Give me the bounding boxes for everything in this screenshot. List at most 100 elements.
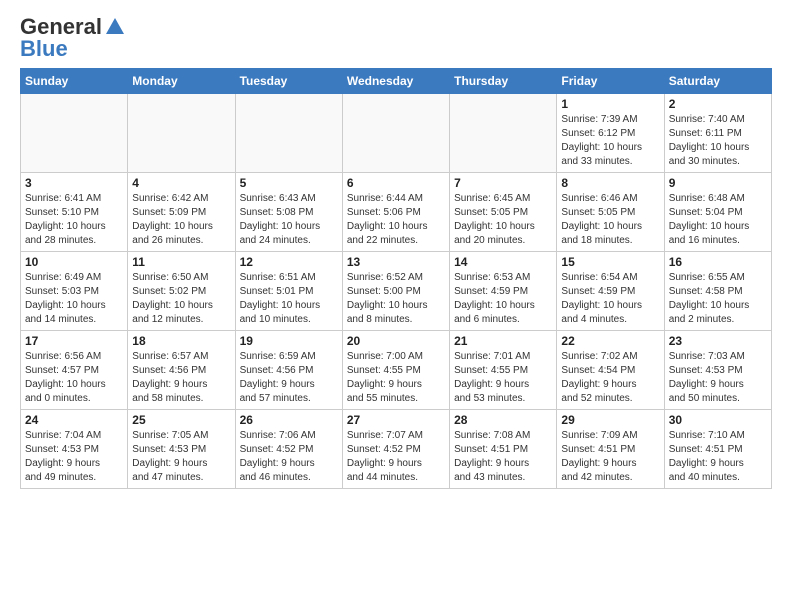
calendar-cell: 7 Sunrise: 6:45 AM Sunset: 5:05 PM Daylig… bbox=[450, 173, 557, 252]
day-number: 12 bbox=[240, 255, 338, 269]
calendar-week-4: 17 Sunrise: 6:56 AM Sunset: 4:57 PM Dayli… bbox=[21, 331, 772, 410]
day-info: Sunrise: 6:41 AM Sunset: 5:10 PM Dayligh… bbox=[25, 192, 123, 248]
day-number: 4 bbox=[132, 176, 230, 190]
calendar-cell bbox=[235, 94, 342, 173]
day-info: Sunrise: 7:00 AM Sunset: 4:55 PM Dayligh… bbox=[347, 350, 445, 406]
calendar-week-2: 3 Sunrise: 6:41 AM Sunset: 5:10 PM Daylig… bbox=[21, 173, 772, 252]
day-number: 29 bbox=[561, 413, 659, 427]
logo-icon bbox=[104, 16, 126, 38]
day-info: Sunrise: 7:06 AM Sunset: 4:52 PM Dayligh… bbox=[240, 429, 338, 485]
calendar-cell: 21 Sunrise: 7:01 AM Sunset: 4:55 PM Dayli… bbox=[450, 331, 557, 410]
day-info: Sunrise: 7:05 AM Sunset: 4:53 PM Dayligh… bbox=[132, 429, 230, 485]
calendar-cell bbox=[342, 94, 449, 173]
day-info: Sunrise: 6:52 AM Sunset: 5:00 PM Dayligh… bbox=[347, 271, 445, 327]
day-info: Sunrise: 6:50 AM Sunset: 5:02 PM Dayligh… bbox=[132, 271, 230, 327]
day-number: 2 bbox=[669, 97, 767, 111]
calendar-cell: 28Sunrise: 7:08 AM Sunset: 4:51 PM Dayli… bbox=[450, 410, 557, 489]
col-wednesday: Wednesday bbox=[342, 69, 449, 94]
day-info: Sunrise: 7:03 AM Sunset: 4:53 PM Dayligh… bbox=[669, 350, 767, 406]
day-number: 24 bbox=[25, 413, 123, 427]
calendar-cell: 14Sunrise: 6:53 AM Sunset: 4:59 PM Dayli… bbox=[450, 252, 557, 331]
calendar-table: Sunday Monday Tuesday Wednesday Thursday… bbox=[20, 68, 772, 489]
calendar-cell: 9 Sunrise: 6:48 AM Sunset: 5:04 PM Daylig… bbox=[664, 173, 771, 252]
day-info: Sunrise: 6:54 AM Sunset: 4:59 PM Dayligh… bbox=[561, 271, 659, 327]
day-number: 11 bbox=[132, 255, 230, 269]
day-info: Sunrise: 7:04 AM Sunset: 4:53 PM Dayligh… bbox=[25, 429, 123, 485]
calendar-cell bbox=[21, 94, 128, 173]
day-number: 27 bbox=[347, 413, 445, 427]
day-info: Sunrise: 6:44 AM Sunset: 5:06 PM Dayligh… bbox=[347, 192, 445, 248]
day-info: Sunrise: 6:56 AM Sunset: 4:57 PM Dayligh… bbox=[25, 350, 123, 406]
day-number: 22 bbox=[561, 334, 659, 348]
day-info: Sunrise: 6:43 AM Sunset: 5:08 PM Dayligh… bbox=[240, 192, 338, 248]
day-info: Sunrise: 7:09 AM Sunset: 4:51 PM Dayligh… bbox=[561, 429, 659, 485]
day-number: 26 bbox=[240, 413, 338, 427]
calendar-cell: 8Sunrise: 6:46 AM Sunset: 5:05 PM Daylig… bbox=[557, 173, 664, 252]
day-number: 18 bbox=[132, 334, 230, 348]
day-number: 15 bbox=[561, 255, 659, 269]
calendar-cell: 25 Sunrise: 7:05 AM Sunset: 4:53 PM Dayli… bbox=[128, 410, 235, 489]
day-info: Sunrise: 7:40 AM Sunset: 6:11 PM Dayligh… bbox=[669, 113, 767, 169]
calendar-cell: 16 Sunrise: 6:55 AM Sunset: 4:58 PM Dayli… bbox=[664, 252, 771, 331]
calendar-cell: 4 Sunrise: 6:42 AM Sunset: 5:09 PM Daylig… bbox=[128, 173, 235, 252]
day-info: Sunrise: 7:39 AM Sunset: 6:12 PM Dayligh… bbox=[561, 113, 659, 169]
logo-general: General bbox=[20, 16, 102, 38]
calendar-cell: 23 Sunrise: 7:03 AM Sunset: 4:53 PM Dayli… bbox=[664, 331, 771, 410]
calendar-cell: 10 Sunrise: 6:49 AM Sunset: 5:03 PM Dayli… bbox=[21, 252, 128, 331]
day-info: Sunrise: 7:01 AM Sunset: 4:55 PM Dayligh… bbox=[454, 350, 552, 406]
calendar-cell bbox=[128, 94, 235, 173]
logo: General Blue bbox=[20, 16, 126, 60]
day-number: 17 bbox=[25, 334, 123, 348]
day-number: 3 bbox=[25, 176, 123, 190]
logo-blue: Blue bbox=[20, 38, 68, 60]
calendar-week-1: 1 Sunrise: 7:39 AM Sunset: 6:12 PM Daylig… bbox=[21, 94, 772, 173]
day-number: 7 bbox=[454, 176, 552, 190]
calendar-week-5: 24 Sunrise: 7:04 AM Sunset: 4:53 PM Dayli… bbox=[21, 410, 772, 489]
page: General Blue Sunday Monday Tuesday Wedne… bbox=[0, 0, 792, 499]
day-number: 19 bbox=[240, 334, 338, 348]
calendar-week-3: 10 Sunrise: 6:49 AM Sunset: 5:03 PM Dayli… bbox=[21, 252, 772, 331]
col-monday: Monday bbox=[128, 69, 235, 94]
day-number: 16 bbox=[669, 255, 767, 269]
calendar-cell: 26 Sunrise: 7:06 AM Sunset: 4:52 PM Dayli… bbox=[235, 410, 342, 489]
day-number: 21 bbox=[454, 334, 552, 348]
calendar-cell: 12 Sunrise: 6:51 AM Sunset: 5:01 PM Dayli… bbox=[235, 252, 342, 331]
day-number: 9 bbox=[669, 176, 767, 190]
col-friday: Friday bbox=[557, 69, 664, 94]
day-info: Sunrise: 6:51 AM Sunset: 5:01 PM Dayligh… bbox=[240, 271, 338, 327]
day-info: Sunrise: 7:08 AM Sunset: 4:51 PM Dayligh… bbox=[454, 429, 552, 485]
calendar-cell: 3 Sunrise: 6:41 AM Sunset: 5:10 PM Daylig… bbox=[21, 173, 128, 252]
col-saturday: Saturday bbox=[664, 69, 771, 94]
day-info: Sunrise: 7:02 AM Sunset: 4:54 PM Dayligh… bbox=[561, 350, 659, 406]
col-tuesday: Tuesday bbox=[235, 69, 342, 94]
day-info: Sunrise: 6:42 AM Sunset: 5:09 PM Dayligh… bbox=[132, 192, 230, 248]
col-thursday: Thursday bbox=[450, 69, 557, 94]
day-number: 1 bbox=[561, 97, 659, 111]
calendar-cell: 1 Sunrise: 7:39 AM Sunset: 6:12 PM Daylig… bbox=[557, 94, 664, 173]
day-number: 10 bbox=[25, 255, 123, 269]
calendar-cell: 5 Sunrise: 6:43 AM Sunset: 5:08 PM Daylig… bbox=[235, 173, 342, 252]
day-number: 6 bbox=[347, 176, 445, 190]
day-number: 30 bbox=[669, 413, 767, 427]
calendar-cell: 30 Sunrise: 7:10 AM Sunset: 4:51 PM Dayli… bbox=[664, 410, 771, 489]
calendar-cell: 2 Sunrise: 7:40 AM Sunset: 6:11 PM Daylig… bbox=[664, 94, 771, 173]
calendar-cell: 11 Sunrise: 6:50 AM Sunset: 5:02 PM Dayli… bbox=[128, 252, 235, 331]
day-number: 25 bbox=[132, 413, 230, 427]
calendar-cell: 6 Sunrise: 6:44 AM Sunset: 5:06 PM Daylig… bbox=[342, 173, 449, 252]
day-number: 5 bbox=[240, 176, 338, 190]
day-info: Sunrise: 6:48 AM Sunset: 5:04 PM Dayligh… bbox=[669, 192, 767, 248]
day-number: 8 bbox=[561, 176, 659, 190]
day-number: 20 bbox=[347, 334, 445, 348]
day-info: Sunrise: 6:45 AM Sunset: 5:05 PM Dayligh… bbox=[454, 192, 552, 248]
day-number: 23 bbox=[669, 334, 767, 348]
day-info: Sunrise: 6:55 AM Sunset: 4:58 PM Dayligh… bbox=[669, 271, 767, 327]
calendar-cell: 20 Sunrise: 7:00 AM Sunset: 4:55 PM Dayli… bbox=[342, 331, 449, 410]
day-info: Sunrise: 6:49 AM Sunset: 5:03 PM Dayligh… bbox=[25, 271, 123, 327]
calendar-cell bbox=[450, 94, 557, 173]
calendar-cell: 24 Sunrise: 7:04 AM Sunset: 4:53 PM Dayli… bbox=[21, 410, 128, 489]
calendar-header-row: Sunday Monday Tuesday Wednesday Thursday… bbox=[21, 69, 772, 94]
day-number: 14 bbox=[454, 255, 552, 269]
calendar-cell: 17 Sunrise: 6:56 AM Sunset: 4:57 PM Dayli… bbox=[21, 331, 128, 410]
calendar-cell: 15 Sunrise: 6:54 AM Sunset: 4:59 PM Dayli… bbox=[557, 252, 664, 331]
day-info: Sunrise: 7:10 AM Sunset: 4:51 PM Dayligh… bbox=[669, 429, 767, 485]
